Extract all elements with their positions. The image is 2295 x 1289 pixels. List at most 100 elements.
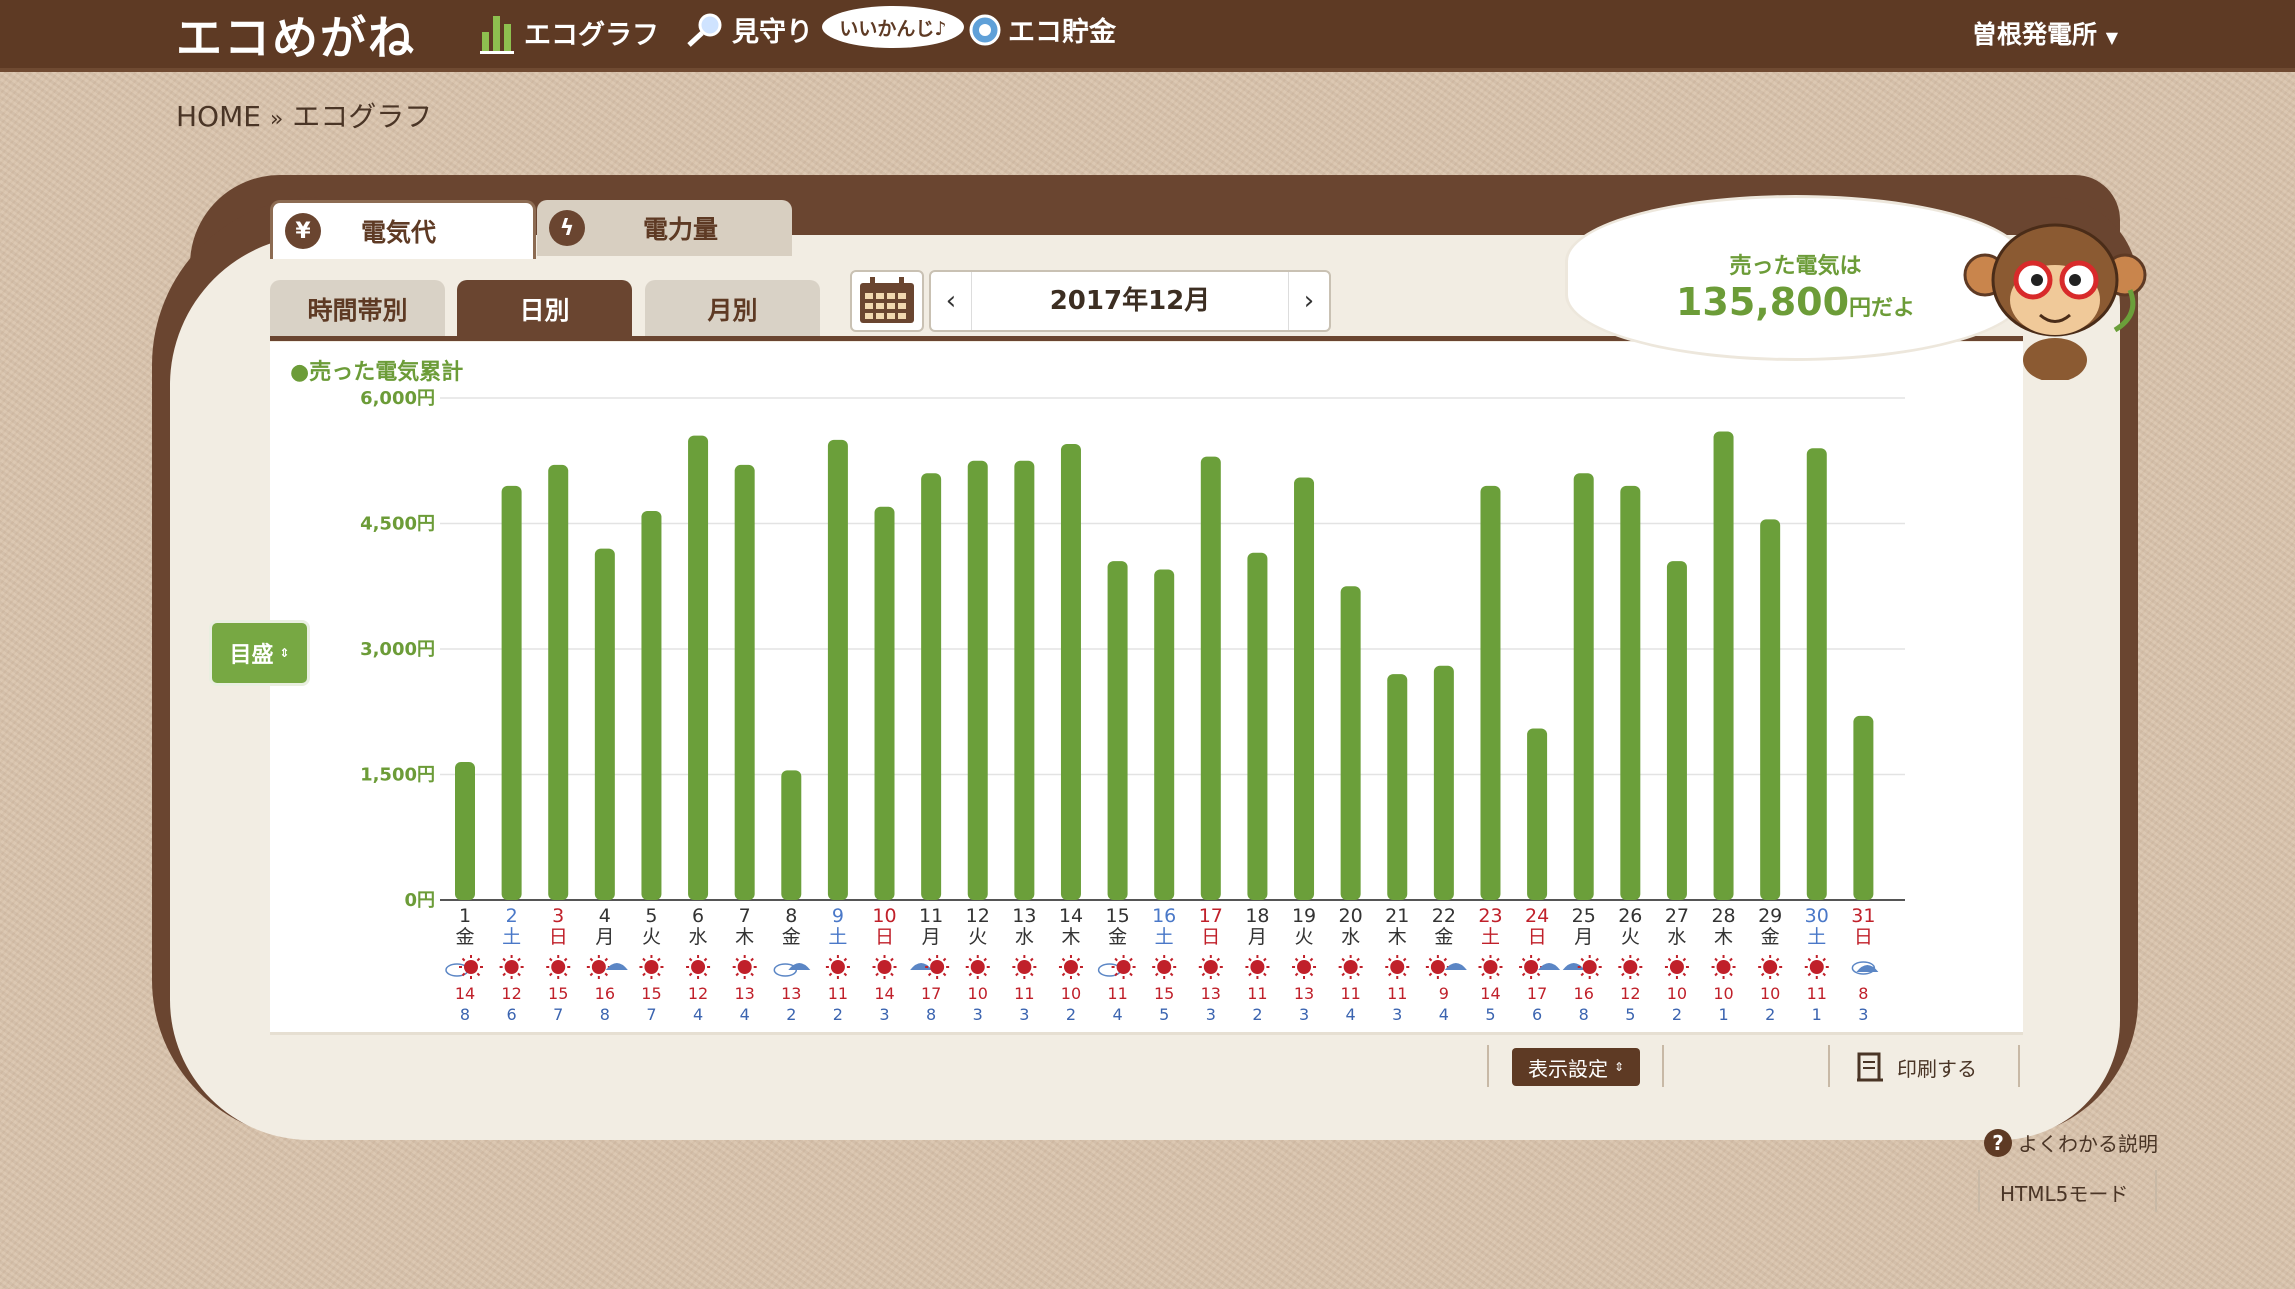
temp-high-label: 16: [1574, 984, 1594, 1003]
divider: [2018, 1045, 2020, 1087]
sun-ray: [1356, 957, 1360, 962]
display-settings-button[interactable]: 表示設定 ⇕: [1512, 1048, 1640, 1086]
sun-ray: [750, 972, 754, 977]
sun-ray: [1521, 972, 1526, 977]
nav-mimamori[interactable]: 見守り: [684, 10, 813, 49]
chart-area: ●売った電気累計 6,000円 4,500円 3,000円 1,500円 0円 1 金 14 8…: [270, 342, 2023, 1035]
chart-bar: [1573, 473, 1594, 900]
user-menu[interactable]: 曽根発電所 ▼: [1972, 15, 2118, 51]
x-tick-label: 13: [1012, 905, 1036, 927]
sun-ray: [1635, 972, 1640, 977]
sun-ray: [983, 972, 987, 977]
temp-high-label: 11: [1107, 984, 1127, 1003]
sun-ray: [968, 957, 973, 962]
temp-low-label: 2: [1765, 1005, 1775, 1024]
x-tick-label: 1: [459, 905, 471, 927]
subtab-hourly[interactable]: 時間帯別: [270, 280, 445, 338]
sun-ray: [1076, 957, 1081, 962]
monkey-mascot: [1963, 223, 2147, 380]
chart-bar: [1620, 485, 1641, 900]
weekday-label: 木: [1388, 926, 1407, 948]
x-tick-label: 23: [1478, 905, 1502, 927]
x-tick-label: 21: [1385, 905, 1409, 927]
temp-high-label: 17: [1527, 984, 1547, 1003]
sun-icon: [644, 960, 659, 974]
help-link[interactable]: ? よくわかる説明: [1984, 1128, 2158, 1157]
sun-ray: [1309, 972, 1314, 977]
temp-low-label: 6: [507, 1005, 517, 1024]
x-tick-label: 22: [1432, 905, 1456, 927]
nav-eco-savings[interactable]: エコ貯金: [968, 10, 1116, 49]
user-name: 曽根発電所: [1972, 20, 2098, 49]
chart-bar: [1200, 456, 1221, 900]
sun-ray: [1216, 957, 1220, 962]
sun-ray: [1775, 972, 1780, 977]
sun-ray: [1536, 972, 1541, 977]
sun-ray: [502, 972, 506, 977]
app-logo[interactable]: エコめがね: [176, 2, 416, 68]
scale-button-label: 目盛: [229, 643, 274, 668]
weekday-label: 日: [1528, 926, 1547, 948]
temp-high-label: 12: [688, 984, 708, 1003]
temp-high-label: 12: [1620, 984, 1640, 1003]
temp-low-label: 8: [1579, 1005, 1589, 1024]
sun-icon: [551, 960, 566, 974]
subtab-daily[interactable]: 日別: [457, 280, 632, 338]
temp-high-label: 13: [781, 984, 801, 1003]
nav-eco-graph[interactable]: エコグラフ: [478, 10, 659, 54]
sun-ray: [1201, 957, 1206, 962]
y-tick-label: 3,000円: [360, 639, 435, 660]
chart-bar: [1527, 728, 1548, 900]
sun-ray: [983, 957, 987, 962]
prev-month-button[interactable]: ‹: [931, 286, 971, 316]
sun-ray: [1481, 972, 1485, 977]
temp-low-label: 5: [1625, 1005, 1635, 1024]
next-month-button[interactable]: ›: [1289, 286, 1329, 316]
temp-low-label: 5: [1159, 1005, 1169, 1024]
sun-ray: [1402, 972, 1407, 977]
sun-ray: [1496, 972, 1500, 977]
sun-ray: [1356, 972, 1360, 977]
chart-bar: [1760, 519, 1781, 900]
bar-chart: 6,000円4,500円3,000円1,500円0円1金1482土1263日15…: [360, 388, 1905, 1024]
sun-ray: [657, 972, 661, 977]
temp-low-label: 3: [1392, 1005, 1402, 1024]
divider: [1978, 1170, 1980, 1212]
sun-icon: [737, 960, 752, 974]
question-icon: ?: [1984, 1128, 2012, 1157]
html5-mode-link[interactable]: HTML5モード: [2000, 1178, 2128, 1207]
weekday-label: 日: [1854, 926, 1873, 948]
sun-ray: [1388, 972, 1392, 977]
sun-ray: [1155, 972, 1159, 977]
temp-low-label: 5: [1485, 1005, 1495, 1024]
temp-low-label: 2: [833, 1005, 843, 1024]
temp-low-label: 3: [973, 1005, 983, 1024]
sun-ray: [1580, 957, 1585, 962]
sun-ray: [589, 972, 594, 977]
sun-ray: [890, 972, 894, 977]
weekday-label: 金: [1761, 926, 1780, 948]
tab-power-amount[interactable]: ϟ 電力量: [537, 200, 792, 256]
chart-bar: [1853, 715, 1874, 900]
sun-ray: [563, 957, 568, 962]
subtab-monthly[interactable]: 月別: [645, 280, 820, 338]
divider: [1828, 1045, 1830, 1087]
chart-bar: [734, 464, 755, 900]
tab-power-amount-label: 電力量: [643, 215, 719, 244]
yen-icon: ¥: [285, 213, 321, 249]
sun-ray: [657, 957, 661, 962]
weekday-label: 火: [642, 926, 661, 948]
temp-high-label: 11: [1807, 984, 1827, 1003]
calendar-button[interactable]: [850, 270, 924, 332]
temp-low-label: 2: [1672, 1005, 1682, 1024]
chart-bar: [1433, 665, 1454, 900]
temp-high-label: 11: [828, 984, 848, 1003]
tab-electricity-cost[interactable]: ¥ 電気代: [270, 200, 536, 259]
scale-button[interactable]: 目盛 ⇕: [209, 620, 310, 686]
x-tick-label: 11: [919, 905, 943, 927]
sun-ray: [750, 957, 754, 962]
print-button[interactable]: 印刷する: [1855, 1048, 1977, 1086]
chart-bar: [967, 460, 988, 900]
sun-ray: [1129, 957, 1133, 962]
breadcrumb-home[interactable]: HOME: [176, 100, 261, 133]
